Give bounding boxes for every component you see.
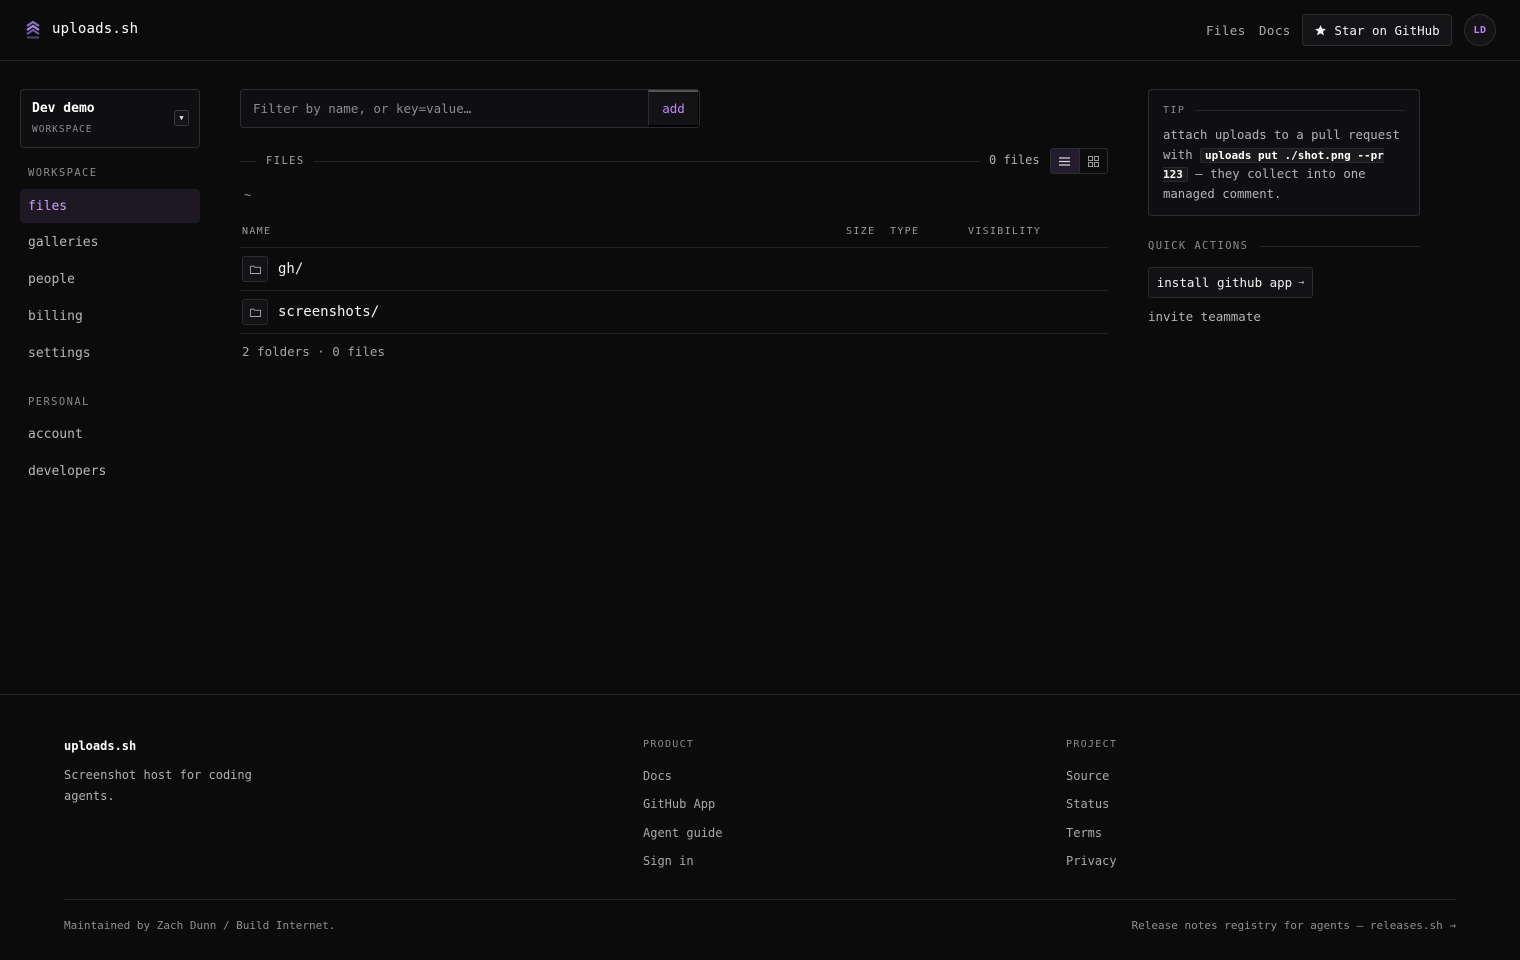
footer-link-privacy[interactable]: Privacy: [1066, 854, 1117, 868]
view-toggle: [1050, 148, 1108, 174]
table-row[interactable]: screenshots/: [240, 291, 1108, 334]
sidebar-item-files[interactable]: files: [20, 189, 200, 223]
footer-link-source[interactable]: Source: [1066, 769, 1109, 783]
column-header-visibility: VISIBILITY: [968, 226, 1042, 237]
column-header-size: SIZE: [846, 226, 876, 237]
footer-link-status[interactable]: Status: [1066, 797, 1109, 811]
sidebar-section-personal: PERSONAL: [28, 396, 90, 408]
file-name[interactable]: gh/: [278, 261, 303, 277]
footer-link-agent-guide[interactable]: Agent guide: [643, 826, 722, 840]
tip-text-after: — they collect into one managed comment.: [1163, 167, 1366, 201]
sidebar-item-billing[interactable]: billing: [20, 299, 200, 333]
workspace-switcher[interactable]: Dev demo WORKSPACE ▼: [20, 89, 200, 148]
sidebar-item-label: billing: [28, 308, 83, 324]
release-notes-link[interactable]: Release notes registry for agents — rele…: [1131, 919, 1456, 932]
filter-bar: add: [240, 89, 700, 128]
footer-link-sign-in[interactable]: Sign in: [643, 854, 694, 868]
sidebar-item-label: files: [28, 198, 68, 214]
list-icon: [1059, 156, 1071, 166]
footer-link-docs[interactable]: Docs: [643, 769, 672, 783]
footer-link-terms[interactable]: Terms: [1066, 826, 1102, 840]
uploads-logo-icon: [26, 20, 40, 39]
sidebar-item-label: settings: [28, 345, 91, 361]
divider: [240, 161, 256, 162]
tip-text: attach uploads to a pull request with up…: [1163, 126, 1411, 204]
tip-label: TIP: [1163, 105, 1186, 116]
arrow-right-icon: →: [1449, 919, 1456, 932]
file-name[interactable]: screenshots/: [278, 304, 379, 320]
grid-icon: [1087, 155, 1099, 167]
divider: [314, 161, 980, 162]
divider: [64, 899, 1456, 900]
brand-link[interactable]: uploads.sh: [24, 19, 138, 39]
install-github-app-button[interactable]: install github app →: [1148, 267, 1313, 298]
sidebar-item-settings[interactable]: settings: [20, 336, 200, 370]
list-view-button[interactable]: [1051, 149, 1079, 173]
column-header-type: TYPE: [890, 226, 920, 237]
arrow-right-icon: →: [1298, 277, 1305, 288]
star-on-github-label: Star on GitHub: [1334, 22, 1440, 38]
sidebar-item-label: galleries: [28, 234, 99, 250]
column-header-name: NAME: [242, 226, 272, 237]
file-count: 0 files: [989, 153, 1040, 167]
quick-actions-label: QUICK ACTIONS: [1148, 240, 1249, 252]
folder-icon: [242, 299, 268, 325]
file-summary: 2 folders · 0 files: [242, 344, 385, 359]
brand-name: uploads.sh: [52, 21, 139, 37]
sidebar-item-developers[interactable]: developers: [20, 454, 200, 488]
add-filter-button[interactable]: add: [648, 90, 699, 127]
workspace-subtitle: WORKSPACE: [32, 124, 93, 135]
sidebar-item-label: developers: [28, 463, 107, 479]
sidebar-section-workspace: WORKSPACE: [28, 167, 98, 179]
footer-brand: uploads.sh: [64, 739, 137, 753]
folder-icon: [242, 256, 268, 282]
sidebar-item-galleries[interactable]: galleries: [20, 225, 200, 259]
maintainer-credit-link[interactable]: Maintained by Zach Dunn / Build Internet…: [64, 919, 336, 932]
nav-docs-link[interactable]: Docs: [1259, 23, 1291, 38]
divider: [0, 694, 1520, 695]
star-on-github-button[interactable]: Star on GitHub: [1302, 14, 1452, 46]
top-header: uploads.sh Files Docs Star on GitHub LD: [0, 0, 1520, 61]
divider: [1260, 246, 1420, 247]
footer-tagline: Screenshot host for coding agents.: [64, 768, 252, 803]
user-avatar[interactable]: LD: [1464, 14, 1496, 46]
invite-teammate-link[interactable]: invite teammate: [1148, 309, 1261, 324]
table-row[interactable]: gh/: [240, 248, 1108, 291]
breadcrumb[interactable]: ~: [244, 188, 251, 202]
footer-link-github-app[interactable]: GitHub App: [643, 797, 715, 811]
caret-down-icon[interactable]: ▼: [174, 110, 189, 126]
files-section-label: FILES: [266, 155, 305, 167]
star-icon: [1315, 24, 1327, 35]
sidebar-item-label: account: [28, 426, 83, 442]
footer-project-label: PROJECT: [1066, 739, 1118, 750]
nav-files-link[interactable]: Files: [1206, 23, 1246, 38]
sidebar-item-label: people: [28, 271, 75, 287]
sidebar-item-people[interactable]: people: [20, 262, 200, 296]
release-notes-label: Release notes registry for agents — rele…: [1131, 919, 1443, 932]
divider: [1195, 110, 1405, 111]
tip-card: TIP attach uploads to a pull request wit…: [1148, 89, 1420, 216]
sidebar-item-account[interactable]: account: [20, 417, 200, 451]
workspace-name: Dev demo: [32, 101, 95, 116]
filter-input[interactable]: [241, 90, 648, 127]
footer-product-label: PRODUCT: [643, 739, 695, 750]
grid-view-button[interactable]: [1078, 149, 1107, 173]
install-github-app-label: install github app: [1156, 275, 1293, 290]
